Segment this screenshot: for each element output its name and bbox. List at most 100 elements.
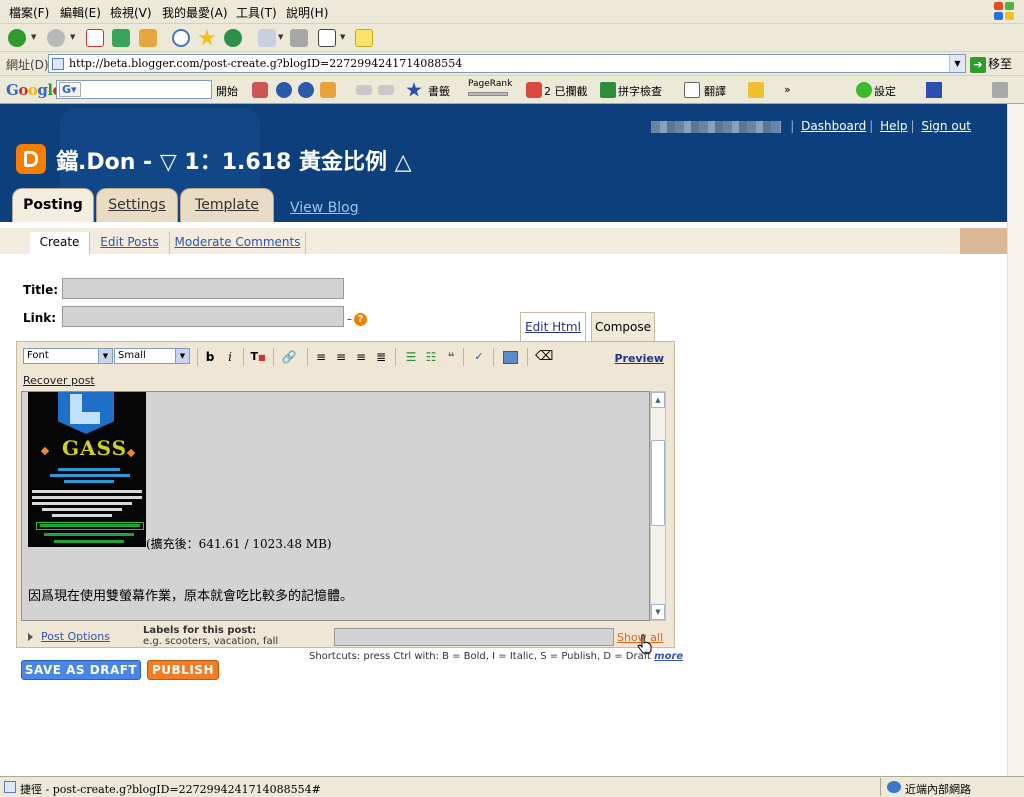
align-left-icon[interactable]: ≡ [313,349,329,365]
mail-icon[interactable] [258,29,276,47]
scroll-thumb[interactable] [651,440,665,526]
windows-flag-icon[interactable] [926,82,942,98]
globe-icon[interactable] [276,82,292,98]
google-logo[interactable]: Google [6,81,62,99]
history-icon[interactable] [224,29,242,47]
labels-input[interactable] [334,628,614,646]
eraser-icon[interactable]: ⌫ [535,349,553,365]
stop-icon[interactable] [86,29,104,47]
bookmarks-menu[interactable]: 書籤 [428,83,450,99]
signout-link[interactable]: Sign out [921,119,971,133]
numbered-list-icon[interactable]: ☰ [403,349,419,365]
puzzle-icon[interactable] [320,82,336,98]
print-icon[interactable] [290,29,308,47]
help-question-icon[interactable]: ? [354,313,367,326]
forward-icon[interactable] [47,29,65,47]
home-icon[interactable] [139,29,157,47]
settings-button[interactable]: 設定 [874,83,896,99]
spellcheck-icon[interactable]: ✓ [471,349,487,365]
go-button[interactable]: ➔ 移至 [970,55,1012,73]
tab-settings[interactable]: Settings [96,188,178,222]
title-input[interactable] [62,278,344,299]
menu-favorites[interactable]: 我的最愛(A) [162,4,228,21]
italic-button[interactable]: i [222,349,238,365]
tab-posting[interactable]: Posting [12,188,94,222]
compose-area[interactable]: GASS (擴充後：641.61 / 1023.48 MB) 因爲現在使用雙螢幕… [21,391,650,621]
scroll-up-icon[interactable]: ▲ [651,392,665,408]
address-url[interactable]: http://beta.blogger.com/post-create.g?bl… [69,57,462,70]
toolbar-options-icon[interactable] [992,82,1008,98]
menu-view[interactable]: 檢視(V) [110,4,152,21]
font-select[interactable]: Font ▼ [23,348,113,364]
menu-edit[interactable]: 編輯(E) [60,4,101,21]
globe2-icon[interactable] [298,82,314,98]
toolbar-divider [197,348,198,366]
align-right-icon[interactable]: ≡ [353,349,369,365]
align-justify-icon[interactable]: ≣ [373,349,389,365]
tab-compose-label: Compose [594,320,651,334]
labels-title: Labels for this post: [143,625,257,636]
more-chevron-icon[interactable]: » [784,83,791,96]
help-link[interactable]: Help [880,119,907,133]
tab-compose[interactable]: Compose [591,312,655,341]
spellcheck-icon[interactable] [600,82,616,98]
scroll-down-icon[interactable]: ▼ [651,604,665,620]
subtab-create[interactable]: Create [30,232,90,254]
more-shortcuts-link[interactable]: more [654,651,683,662]
menu-file[interactable]: 檔案(F) [9,4,49,21]
insert-image-icon[interactable] [503,351,518,364]
google-g-icon[interactable]: G▾ [59,82,81,97]
menu-tools[interactable]: 工具(T) [236,4,277,21]
news-icon[interactable] [252,82,268,98]
mail-dropdown-icon[interactable]: ▼ [278,33,283,41]
preview-link[interactable]: Preview [614,352,664,365]
address-dropdown-icon[interactable]: ▼ [949,55,965,72]
recover-post-link[interactable]: Recover post [23,374,95,387]
dashboard-link[interactable]: Dashboard [801,119,866,133]
bold-button[interactable]: b [202,349,218,365]
edit-dropdown-icon[interactable]: ▼ [340,33,345,41]
word-edit-icon[interactable] [318,29,336,47]
refresh-icon[interactable] [112,29,130,47]
subtab-edit-posts[interactable]: Edit Posts [90,232,170,254]
page-scrollbar[interactable] [1007,104,1024,776]
size-select[interactable]: Small ▼ [114,348,190,364]
search-icon[interactable] [172,29,190,47]
popup-blocker-icon[interactable] [526,82,542,98]
title-label: Title: [23,283,59,297]
forward-dropdown-icon[interactable]: ▼ [70,33,75,41]
note-icon[interactable] [355,29,373,47]
spellcheck-button[interactable]: 拼字檢查 [618,83,662,99]
favorites-star-icon[interactable] [198,29,216,46]
settings-dot-icon[interactable] [856,82,872,98]
translate-button[interactable]: 翻譯 [704,83,726,99]
address-input[interactable]: http://beta.blogger.com/post-create.g?bl… [48,54,966,73]
tab-edit-html[interactable]: Edit Html [520,312,586,341]
prev-icon[interactable] [356,85,372,95]
subtab-moderate-comments[interactable]: Moderate Comments [170,232,306,254]
link-input[interactable] [62,306,344,327]
align-center-icon[interactable]: ≡ [333,349,349,365]
bullet-list-icon[interactable]: ☷ [423,349,439,365]
google-toolbar: Google G▾ 開始 書籤 PageRank 2 已攔截 拼字檢查 翻譯 »… [0,76,1024,104]
blockquote-icon[interactable]: ❝ [443,349,459,365]
post-options-link[interactable]: Post Options [41,630,110,643]
text-color-icon[interactable]: T■ [250,349,266,365]
menu-help[interactable]: 說明(H) [286,4,328,21]
back-icon[interactable] [8,29,26,47]
back-dropdown-icon[interactable]: ▼ [31,33,36,41]
publish-button[interactable]: PUBLISH [147,660,219,680]
popup-blocked-count[interactable]: 2 已攔截 [544,83,588,99]
view-blog-link[interactable]: View Blog [290,200,359,216]
tab-template[interactable]: Template [180,188,274,222]
google-search-button[interactable]: 開始 [216,83,238,99]
folder-icon[interactable] [748,82,764,98]
google-search-input[interactable]: G▾ [56,80,212,99]
expand-triangle-icon[interactable] [28,633,33,641]
bookmark-star-icon[interactable] [406,82,422,97]
translate-icon[interactable] [684,82,700,98]
next-icon[interactable] [378,85,394,95]
save-as-draft-button[interactable]: SAVE AS DRAFT [21,660,141,680]
link-icon[interactable]: 🔗 [281,349,297,365]
compose-scrollbar[interactable]: ▲ ▼ [650,391,666,621]
